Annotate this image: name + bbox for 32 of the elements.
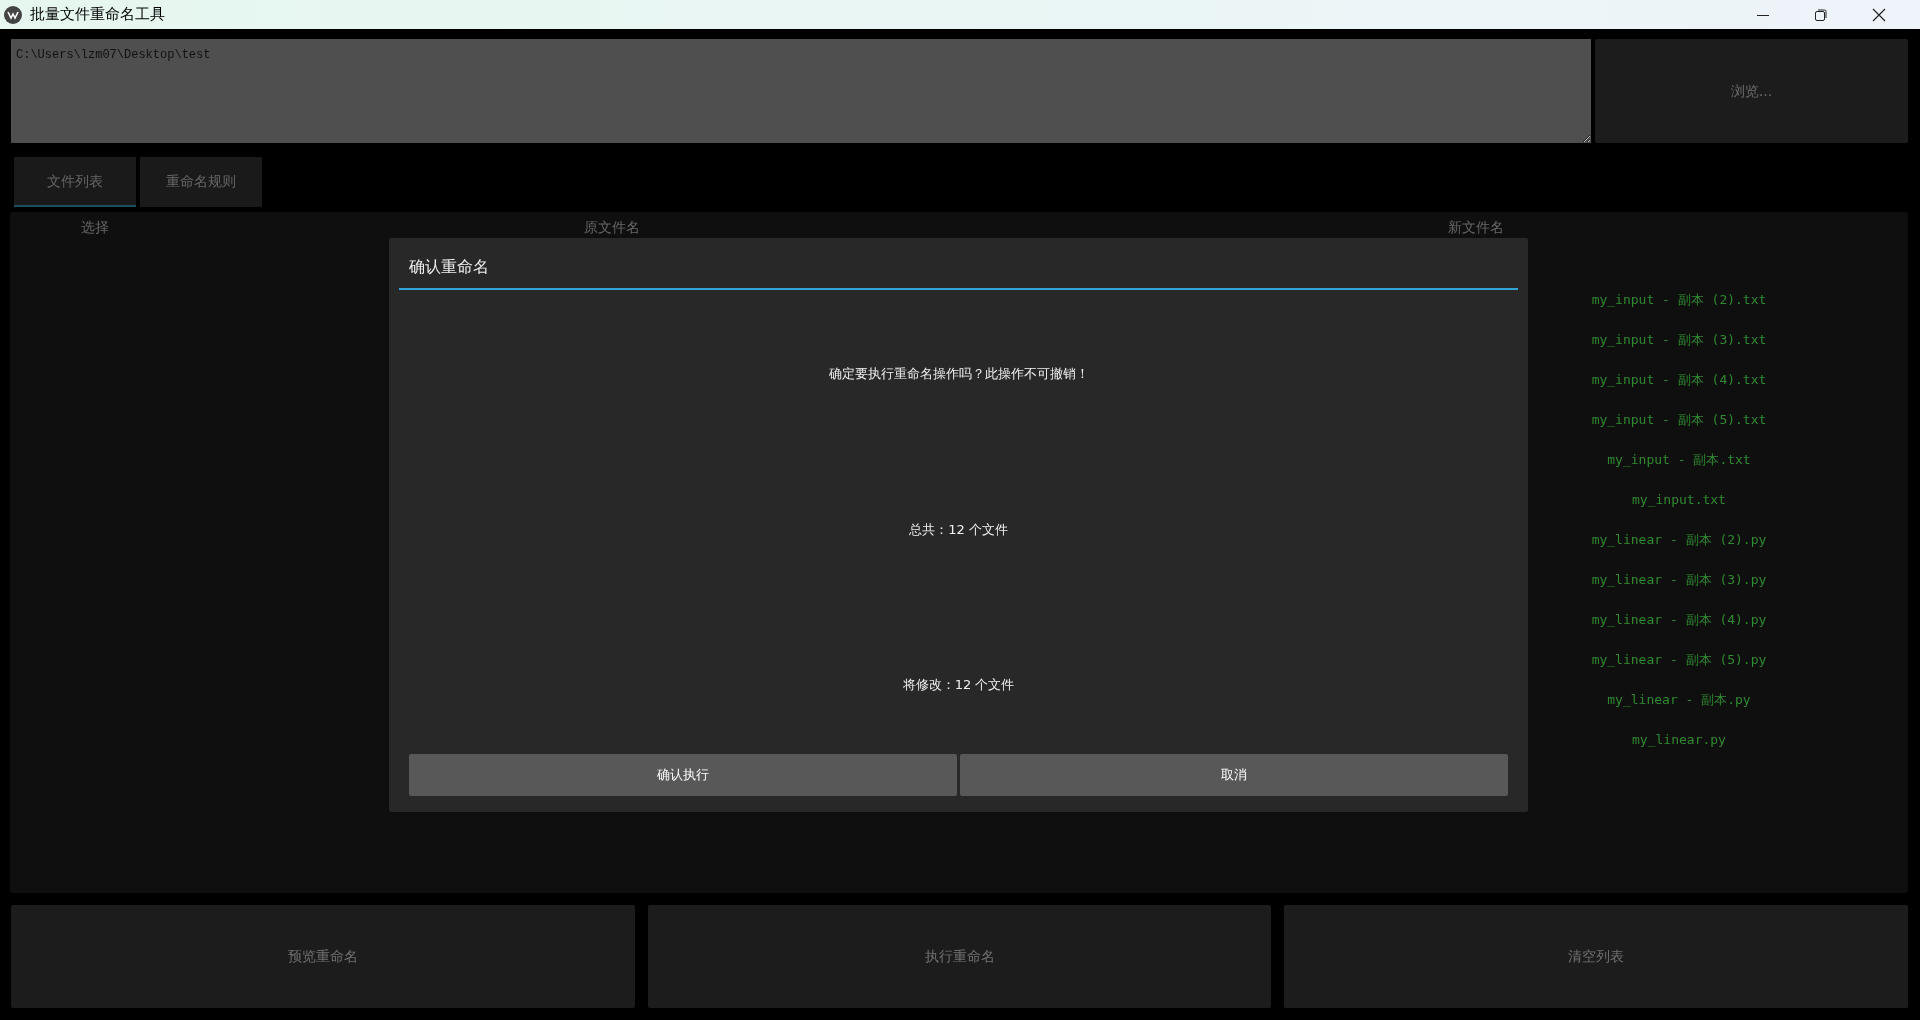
new-file-name: my_input - 副本 (2).txt	[1591, 291, 1767, 310]
dialog-message: 确定要执行重命名操作吗？此操作不可撤销！	[828, 365, 1089, 383]
new-file-name: my_linear - 副本.py	[1607, 691, 1751, 710]
cancel-button[interactable]: 取消	[960, 754, 1508, 796]
tab[interactable]: 文件列表	[14, 157, 136, 207]
window-title: 批量文件重命名工具	[30, 4, 165, 26]
action-button[interactable]: 清空列表	[1284, 905, 1908, 1008]
new-file-name: my_linear - 副本 (5).py	[1591, 651, 1767, 670]
new-file-name: my_linear - 副本 (4).py	[1591, 611, 1767, 630]
action-button[interactable]: 预览重命名	[11, 905, 635, 1008]
restore-icon[interactable]	[1815, 8, 1827, 21]
dialog-title: 确认重命名	[399, 238, 1518, 290]
new-file-name: my_input.txt	[1632, 491, 1726, 510]
confirm-button[interactable]: 确认执行	[409, 754, 957, 796]
column-header: 选择	[81, 219, 109, 235]
column-header: 原文件名	[584, 219, 640, 235]
total-count-text: 总共：12 个文件	[909, 520, 1008, 539]
new-file-name: my_linear.py	[1632, 731, 1726, 750]
modify-count-text: 将修改：12 个文件	[902, 676, 1015, 694]
new-file-name: my_input - 副本 (3).txt	[1591, 331, 1767, 350]
tab[interactable]: 重命名规则	[140, 157, 262, 207]
new-file-name: my_linear - 副本 (3).py	[1591, 571, 1767, 590]
app-logo-icon	[4, 5, 22, 24]
column-header: 新文件名	[1448, 219, 1504, 235]
new-file-name: my_input - 副本 (5).txt	[1591, 411, 1767, 430]
new-file-name: my_input - 副本.txt	[1607, 451, 1751, 470]
close-icon[interactable]	[1872, 7, 1886, 22]
new-file-name: my_linear - 副本 (2).py	[1591, 531, 1767, 550]
new-file-name: my_input - 副本 (4).txt	[1591, 371, 1767, 390]
browse-button[interactable]: 浏览...	[1595, 39, 1908, 143]
path-field[interactable]: C:\Users\lzm07\Desktop\test	[11, 39, 1591, 143]
action-button[interactable]: 执行重命名	[647, 905, 1272, 1008]
